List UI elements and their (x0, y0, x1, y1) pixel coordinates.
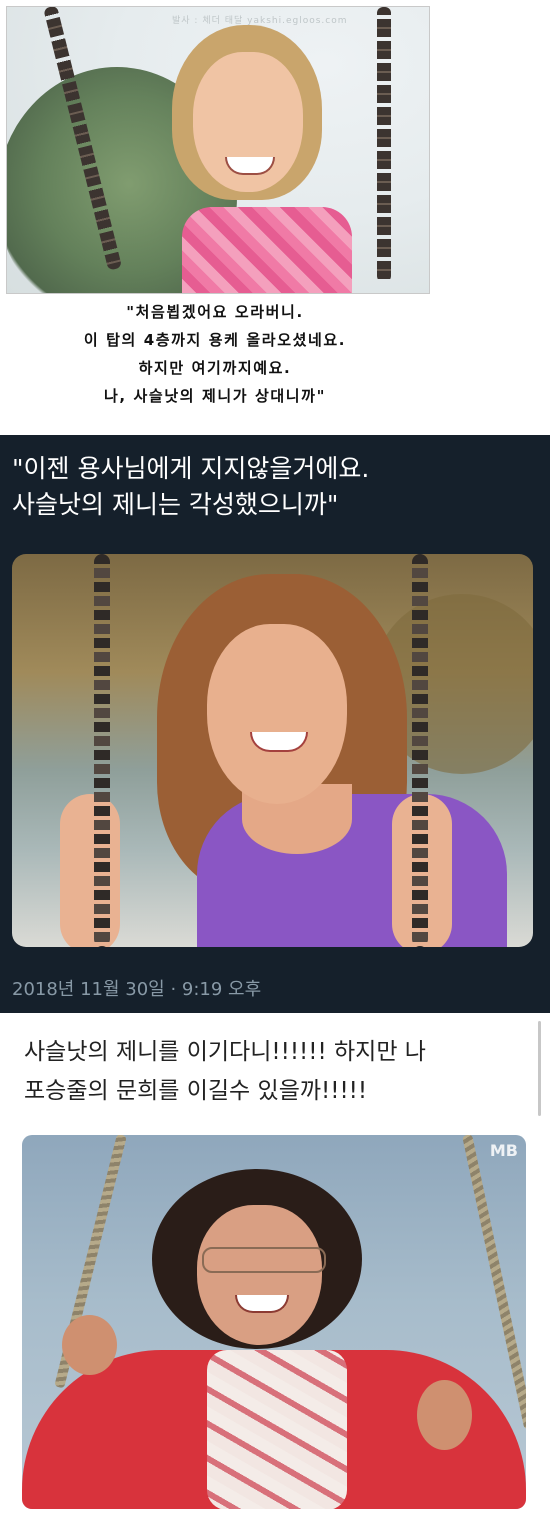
panel-1: 발사 : 체더 태달 yakshi.egloos.com "처음뵙겠어요 오라버… (0, 0, 550, 435)
older-woman-swing-photo: MB (22, 1135, 526, 1509)
tweet-text: "이젠 용사님에게 지지않을거에요. 사슬낫의 제니는 각성했으니까" (12, 451, 542, 523)
right-hand (417, 1380, 472, 1450)
woman-left-arm (60, 794, 120, 947)
lady-face (197, 1205, 322, 1345)
tweet-line: 사슬낫의 제니는 각성했으니까" (12, 490, 339, 519)
woman-face (207, 624, 347, 804)
post-text: 사슬낫의 제니를 이기다니!!!!!! 하지만 나 포승줄의 문희를 이길수 있… (24, 1033, 534, 1111)
watermark: 발사 : 체더 태달 yakshi.egloos.com (172, 16, 348, 26)
glasses-icon (202, 1247, 326, 1273)
broadcast-logo: MB (489, 1141, 518, 1160)
scrollbar[interactable] (538, 1021, 541, 1116)
woman-swing-photo[interactable] (12, 554, 533, 947)
girl-pink-top (182, 207, 352, 293)
left-hand (62, 1315, 117, 1375)
caption-line: 이 탑의 4층까지 용케 올라오셨네요. (83, 331, 347, 349)
caption-line: "처음뵙겠어요 오라버니. (126, 303, 304, 321)
tweet-timestamp[interactable]: 2018년 11월 30일 · 9:19 오후 (12, 975, 261, 1001)
girl-caption: "처음뵙겠어요 오라버니. 이 탑의 4층까지 용케 올라오셨네요. 하지만 여… (0, 298, 430, 410)
post-line: 사슬낫의 제니를 이기다니!!!!!! 하지만 나 (24, 1039, 426, 1065)
caption-line: 나, 사슬낫의 제니가 상대니까" (104, 387, 326, 405)
caption-line: 하지만 여기까지예요. (138, 359, 292, 377)
swing-chain-right (412, 554, 428, 947)
panel-3: 사슬낫의 제니를 이기다니!!!!!! 하지만 나 포승줄의 문희를 이길수 있… (0, 1013, 550, 1525)
girl-swing-photo: 발사 : 체더 태달 yakshi.egloos.com (6, 6, 430, 294)
swing-chain-left (94, 554, 110, 947)
swing-chain-right (377, 7, 391, 282)
tweet-line: "이젠 용사님에게 지지않을거에요. (12, 454, 370, 483)
patterned-scarf (207, 1350, 347, 1509)
post-line: 포승줄의 문희를 이길수 있을까!!!!! (24, 1078, 368, 1104)
tweet-panel: "이젠 용사님에게 지지않을거에요. 사슬낫의 제니는 각성했으니까" 2018… (0, 435, 550, 1013)
